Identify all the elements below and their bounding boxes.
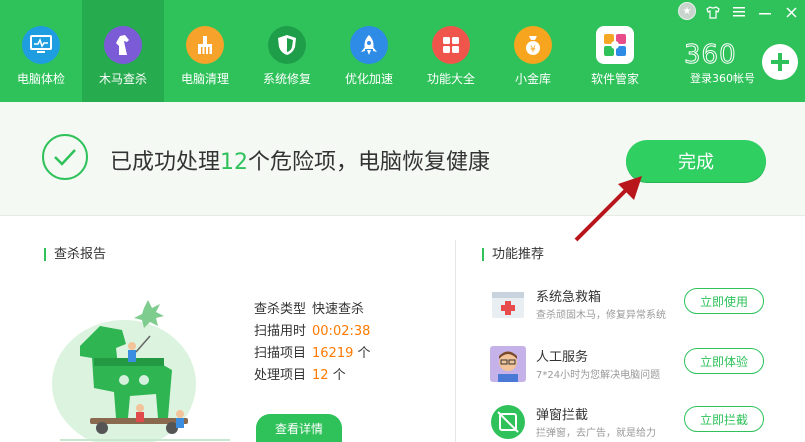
nav-item-speedup[interactable]: 优化加速: [328, 0, 410, 102]
popup-block-icon: [491, 405, 525, 439]
nav-item-software-manager[interactable]: 软件管家: [574, 0, 656, 102]
brand-logo-text: 360: [684, 40, 737, 71]
login-link[interactable]: 登录360帐号: [690, 70, 755, 86]
report-title: 查杀报告: [44, 248, 106, 261]
grid-icon: [432, 26, 470, 64]
nav-label-trojan-scan: 木马查杀: [98, 72, 147, 86]
report-key: 处理项目: [254, 368, 307, 383]
trojan-horse-illustration: [52, 300, 230, 442]
software-icon: [596, 26, 634, 64]
top-toolbar: 电脑体检 木马查杀 电脑清理 系统修复 优化加速 功能大全 ¥ 小金库 软件管家…: [0, 0, 805, 102]
nav-label-system-repair: 系统修复: [262, 72, 311, 86]
nav-label-pc-clean: 电脑清理: [180, 72, 229, 86]
report-row: 扫描用时 00:02:38: [254, 320, 370, 339]
check-circle-icon: [42, 134, 88, 180]
report-value: 12: [312, 368, 329, 383]
nav-item-system-repair[interactable]: 系统修复: [246, 0, 328, 102]
add-icon[interactable]: [762, 44, 798, 80]
view-details-button[interactable]: 查看详情: [256, 414, 342, 442]
close-icon[interactable]: [781, 2, 801, 22]
recommend-item-title: 人工服务: [536, 350, 589, 365]
nav-item-pc-clean[interactable]: 电脑清理: [164, 0, 246, 102]
report-key: 查杀类型: [254, 302, 307, 317]
nav-label-software-manager: 软件管家: [590, 72, 639, 86]
report-unit: 个: [332, 368, 346, 383]
rocket-icon: [350, 26, 388, 64]
menu-icon[interactable]: [729, 2, 749, 22]
nav-label-speedup: 优化加速: [344, 72, 393, 86]
nav-item-pc-checkup[interactable]: 电脑体检: [0, 0, 82, 102]
coin-icon: ¥: [514, 26, 552, 64]
recommend-item: 系统急救箱 查杀顽固木马，修复异常系统 立即使用: [490, 286, 790, 326]
block-now-button[interactable]: 立即拦截: [684, 406, 764, 432]
medal-icon[interactable]: ★: [678, 2, 696, 20]
skin-icon[interactable]: [703, 2, 723, 22]
nav-label-all-features: 功能大全: [426, 72, 475, 86]
result-suffix: 个危险项，电脑恢复健康: [248, 150, 491, 175]
report-value: 16219: [312, 346, 354, 361]
recommend-item: 弹窗拦截 拦弹窗，去广告，就是给力 立即拦截: [490, 404, 790, 442]
pointer-arrow: [574, 176, 642, 242]
report-row: 扫描项目 16219 个: [254, 342, 371, 361]
result-message: 已成功处理12个危险项，电脑恢复健康: [110, 144, 490, 176]
report-key: 扫描项目: [254, 346, 307, 361]
recommend-title: 功能推荐: [482, 248, 544, 261]
result-banner: 已成功处理12个危险项，电脑恢复健康 完成: [0, 102, 805, 216]
report-key: 扫描用时: [254, 324, 307, 339]
try-now-button[interactable]: 立即体验: [684, 348, 764, 374]
horse-icon: [104, 26, 142, 64]
avatar-icon: [490, 346, 526, 382]
recommend-item-desc: 拦弹窗，去广告，就是给力: [536, 428, 656, 439]
recommend-item: 人工服务 7*24小时为您解决电脑问题 立即体验: [490, 346, 790, 386]
recommend-item-desc: 查杀顽固木马，修复异常系统: [536, 310, 666, 321]
recommend-item-desc: 7*24小时为您解决电脑问题: [536, 370, 661, 381]
brand-logo: 360: [684, 40, 737, 71]
recommend-item-title: 弹窗拦截: [536, 408, 589, 423]
nav-item-all-features[interactable]: 功能大全: [410, 0, 492, 102]
window-controls: [703, 2, 801, 22]
shield-icon: [268, 26, 306, 64]
minimize-icon[interactable]: [755, 2, 775, 22]
recommend-item-title: 系统急救箱: [536, 290, 602, 305]
nav-item-trojan-scan[interactable]: 木马查杀: [82, 0, 164, 102]
result-count: 12: [220, 150, 249, 175]
first-aid-icon: [492, 292, 524, 318]
nav-label-pc-checkup: 电脑体检: [16, 72, 65, 86]
report-unit: 个: [357, 346, 371, 361]
broom-icon: [186, 26, 224, 64]
panel-divider: [455, 240, 456, 442]
result-prefix: 已成功处理: [110, 150, 221, 175]
nav-item-vault[interactable]: ¥ 小金库: [492, 0, 574, 102]
report-row: 处理项目 12 个: [254, 364, 346, 383]
svg-text:¥: ¥: [530, 45, 536, 55]
monitor-check-icon: [22, 26, 60, 64]
use-now-button[interactable]: 立即使用: [684, 288, 764, 314]
nav-label-vault: 小金库: [514, 72, 551, 86]
report-row: 查杀类型 快速查杀: [254, 298, 364, 317]
report-value: 00:02:38: [312, 324, 371, 339]
report-value: 快速查杀: [312, 302, 365, 317]
